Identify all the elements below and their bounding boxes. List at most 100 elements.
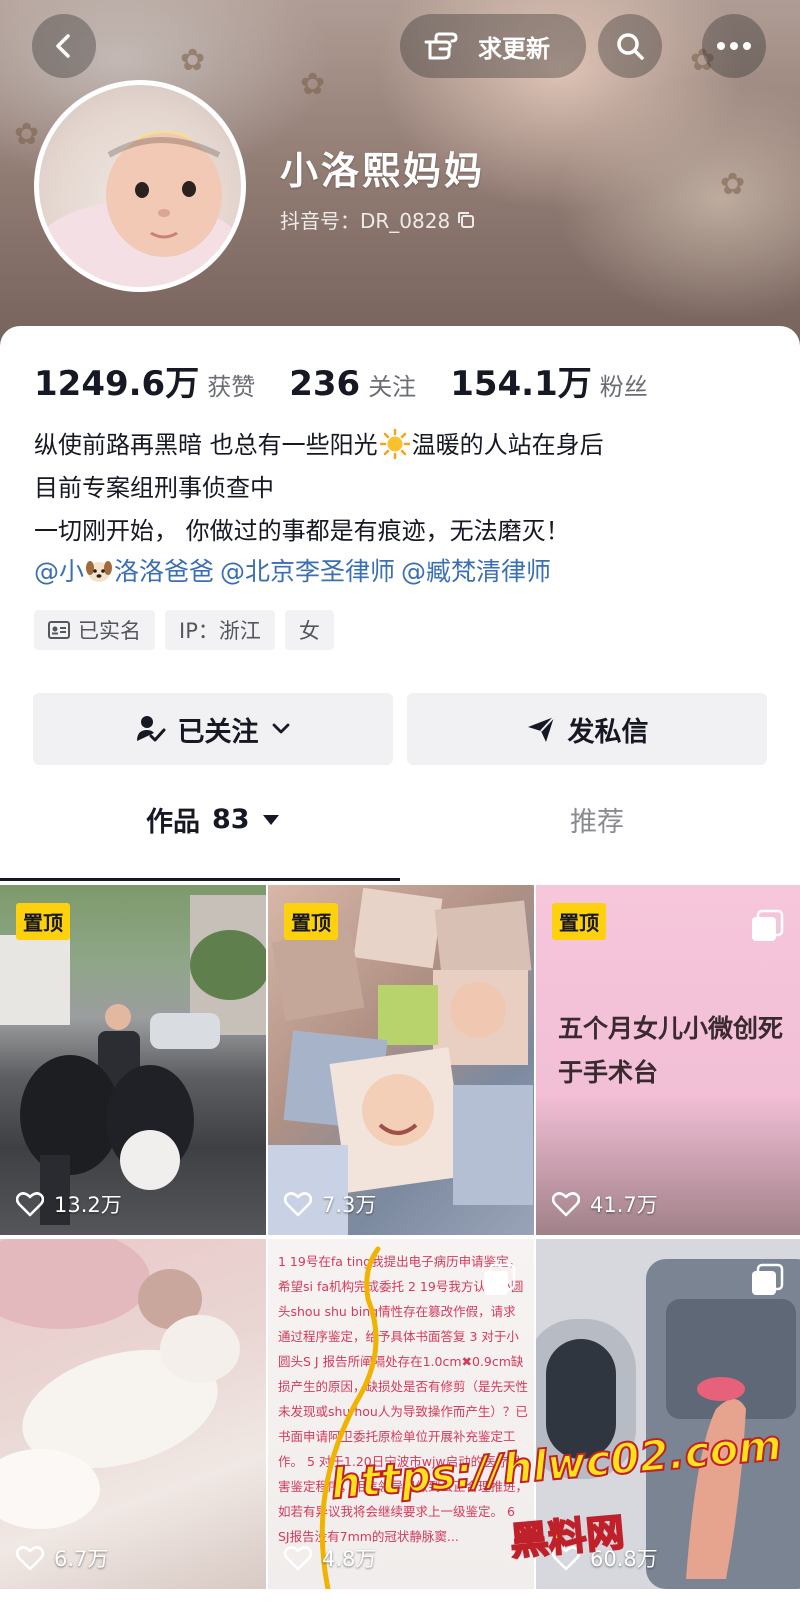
action-buttons: 已关注 发私信 [33,693,767,765]
heart-icon [284,1546,312,1571]
video-likes: 60.8万 [552,1543,658,1573]
mention-father-suffix: 洛洛爸爸 [114,557,215,586]
pointing-hand-icon [424,32,458,60]
stats-row: 1249.6万 获赞 236 关注 154.1万 粉丝 [34,356,682,405]
stat-following-label: 关注 [368,373,417,401]
sun-emoji-icon [379,429,410,459]
followed-label: 已关注 [177,716,259,748]
copy-icon[interactable] [456,210,476,230]
nickname: 小洛熙妈妈 [280,149,486,193]
search-icon [617,33,644,60]
mentions-row: @小 洛洛爸爸 @北京李圣律师 @臧梵清律师 [34,552,551,588]
more-button[interactable] [702,14,766,78]
tag-verified-label: 已实名 [78,619,141,643]
multi-image-icon [752,909,784,941]
bear-pattern-icon: ✿ [720,167,746,202]
request-update-button[interactable]: 求更新 [400,14,586,78]
chevron-left-icon [56,34,70,58]
video-4-thumbnail [0,1239,240,1529]
bio-line-2: 目前专案组刑事侦查中 [34,474,274,502]
profile-tags: 已实名 IP：浙江 女 [34,610,334,650]
request-update-label: 求更新 [478,34,550,63]
video-likes-count: 4.8万 [322,1547,377,1571]
active-tab-indicator [0,878,400,881]
stat-followers-label: 粉丝 [599,373,648,401]
video-likes-count: 60.8万 [590,1547,658,1571]
dog-emoji-icon [86,561,113,582]
mention-lawyer-li[interactable]: @北京李圣律师 [220,552,395,588]
bio-line-1-start: 纵使前路再黑暗 也总有一些阳光 [34,431,378,459]
user-check-icon [136,716,165,742]
bio-line-1: 纵使前路再黑暗 也总有一些阳光 温暖的人站在身后 [34,424,774,467]
stat-following[interactable]: 236 关注 [289,364,416,404]
bear-pattern-icon: ✿ [14,117,40,152]
tab-recommend[interactable]: 推荐 [570,800,624,839]
video-likes: 41.7万 [552,1189,658,1219]
mention-father[interactable]: @小 洛洛爸爸 [34,552,214,588]
douyin-id-text: 抖音号：DR_0828 [280,209,451,233]
video-tile[interactable]: 置顶 13.2万 [0,885,266,1235]
tab-recommend-label: 推荐 [570,807,624,838]
video-likes: 7.3万 [284,1189,376,1219]
search-button[interactable] [598,14,662,78]
heart-icon [16,1192,44,1217]
video-likes: 6.7万 [16,1543,108,1573]
video-tile[interactable]: 1 19号在fa ting我提出电子病历申请鉴定，希望si fa机构完成委托 2… [268,1239,534,1589]
stat-followers-value: 154.1万 [450,364,592,404]
id-card-icon [48,621,70,639]
profile-info-card: 1249.6万 获赞 236 关注 154.1万 粉丝 纵使前路再黑暗 也总有一… [0,326,800,886]
video-likes-count: 7.3万 [322,1193,377,1217]
video-likes: 4.8万 [284,1543,376,1573]
video-cover-text: 五个月女儿小微创死于手术台 [558,1014,784,1087]
video-tile[interactable]: 6.7万 [0,1239,266,1589]
stat-likes-value: 1249.6万 [34,364,200,404]
bio-line-1-end: 温暖的人站在身后 [411,431,604,459]
video-grid: 置顶 13.2万 置顶 7.3万 置顶 五个月女儿小微创死于手术台 41.7万 … [0,885,800,1605]
video-likes-count: 6.7万 [54,1547,109,1571]
content-tabs: 作品 83 推荐 [0,786,800,866]
heart-icon [284,1192,312,1217]
mention-lawyer-zang[interactable]: @臧梵清律师 [401,552,551,588]
tag-gender-label: 女 [298,619,320,643]
heart-icon [552,1192,580,1217]
video-5-scribble [319,1246,381,1589]
pinned-badge: 置顶 [284,903,338,940]
caret-down-icon [262,814,279,825]
video-tile[interactable]: 置顶 五个月女儿小微创死于手术台 41.7万 [536,885,800,1235]
pinned-badge: 置顶 [16,903,70,940]
bio-line-3: 一切刚开始， 你做过的事都是有痕迹，无法磨灭！ [34,517,570,545]
baby-avatar-image [39,131,241,287]
stat-likes: 1249.6万 获赞 [34,356,255,405]
pinned-badge: 置顶 [552,903,606,940]
bear-pattern-icon: ✿ [180,43,206,78]
heart-icon [552,1546,580,1571]
tab-works-label: 作品 [146,807,200,838]
tag-ip: IP：浙江 [165,610,275,650]
chevron-down-icon [272,723,289,734]
avatar[interactable] [34,80,246,292]
tag-ip-label: IP：浙江 [179,619,261,643]
mention-father-prefix: @小 [34,557,85,586]
followed-button[interactable]: 已关注 [33,693,393,765]
tab-works-count: 83 [212,804,250,835]
send-message-label: 发私信 [567,716,649,748]
video-likes-count: 13.2万 [54,1193,122,1217]
douyin-id[interactable]: 抖音号：DR_0828 [280,205,476,234]
video-tile[interactable]: 置顶 7.3万 [268,885,534,1235]
multi-image-icon [752,1263,784,1295]
send-message-button[interactable]: 发私信 [407,693,767,765]
stat-likes-label: 获赞 [207,373,256,401]
send-icon [527,716,555,742]
profile-banner: ✿ ✿ ✿ ✿ ✿ 求更新 小洛熙妈妈 抖音号：DR_0828 [0,0,800,360]
heart-icon [16,1546,44,1571]
stat-following-value: 236 [289,364,361,404]
tab-works[interactable]: 作品 83 [146,800,280,839]
tag-gender: 女 [284,610,334,650]
bio: 纵使前路再黑暗 也总有一些阳光 温暖的人站在身后 目前专案组刑事侦查中 一切刚开… [34,424,774,553]
back-button[interactable] [32,14,96,78]
video-likes: 13.2万 [16,1189,122,1219]
video-tile[interactable]: 60.8万 [536,1239,800,1589]
tag-verified: 已实名 [34,610,155,650]
stat-followers[interactable]: 154.1万 粉丝 [450,356,648,405]
video-likes-count: 41.7万 [590,1193,658,1217]
